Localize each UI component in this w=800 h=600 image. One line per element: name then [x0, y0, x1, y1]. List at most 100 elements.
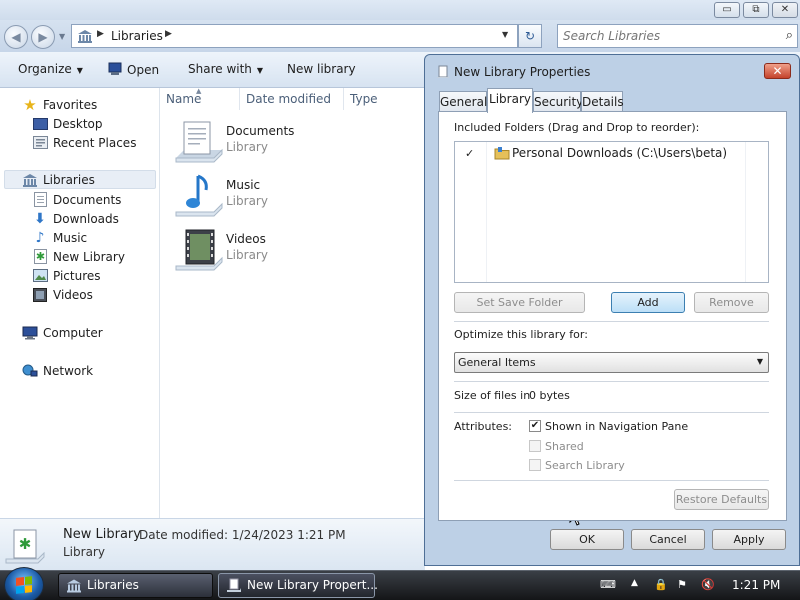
optimize-select[interactable]: General Items ▼ [454, 352, 769, 373]
shown-in-nav-label: Shown in Navigation Pane [545, 420, 689, 433]
nav-favorites-label: Favorites [43, 97, 98, 112]
back-button[interactable]: ◀ [4, 25, 28, 49]
search-input[interactable] [558, 25, 773, 47]
nav-new-library-label: New Library [53, 249, 125, 264]
taskbar-libraries[interactable]: Libraries [58, 573, 213, 598]
folder-icon [494, 147, 510, 160]
address-bar[interactable]: ▶ Libraries ▶ ▼ [71, 24, 518, 48]
library-item-music[interactable]: Music Library [174, 172, 414, 224]
refresh-button[interactable]: ↻ [518, 24, 542, 48]
network-icon [22, 363, 38, 379]
recent-pages-dropdown[interactable]: ▼ [59, 32, 65, 41]
included-folders-list[interactable]: ✓ Personal Downloads (C:\Users\beta) [454, 141, 769, 283]
documents-library-icon [175, 121, 223, 163]
library-item-videos[interactable]: Videos Library [174, 226, 414, 278]
show-hidden-icons-icon[interactable]: ▲ [631, 578, 638, 588]
cancel-button[interactable]: Cancel [631, 529, 705, 550]
libraries-icon [78, 30, 92, 43]
open-button[interactable]: Open [108, 62, 159, 77]
tab-general[interactable]: General [439, 91, 487, 112]
open-icon [108, 62, 122, 75]
address-dropdown-icon[interactable]: ▼ [502, 30, 508, 39]
column-header-date-modified[interactable]: Date modified [240, 88, 344, 110]
shown-in-nav-checkbox[interactable]: ✔ [529, 420, 541, 432]
search-icon[interactable]: ⌕ [786, 28, 793, 43]
library-title-icon [437, 65, 449, 78]
volume-muted-icon[interactable]: 🔇 [701, 578, 715, 591]
folder-row[interactable]: ✓ Personal Downloads (C:\Users\beta) [455, 143, 768, 165]
share-with-button[interactable]: Share with ▼ [188, 62, 263, 76]
chevron-down-icon: ▼ [256, 66, 264, 75]
start-button[interactable] [4, 567, 44, 600]
close-button[interactable]: ✕ [772, 2, 798, 18]
windows-logo-icon [16, 576, 32, 594]
restore-defaults-button[interactable]: Restore Defaults [674, 489, 769, 510]
nav-desktop[interactable]: Desktop [32, 114, 103, 133]
nav-videos[interactable]: Videos [32, 285, 93, 304]
forward-button[interactable]: ▶ [31, 25, 55, 49]
nav-recent-places[interactable]: Recent Places [32, 133, 136, 152]
nav-computer-label: Computer [43, 325, 103, 340]
library-name: Videos [226, 232, 266, 246]
nav-libraries-label: Libraries [43, 172, 95, 187]
column-header-name[interactable]: Name ▲ [160, 87, 240, 110]
set-save-folder-button[interactable]: Set Save Folder [454, 292, 585, 313]
tab-security[interactable]: Security [533, 91, 583, 112]
breadcrumb-libraries[interactable]: Libraries [111, 29, 163, 43]
keyboard-icon[interactable]: ⌨ [600, 578, 616, 591]
chevron-down-icon: ▼ [76, 66, 83, 75]
new-library-icon: ✱ [32, 249, 48, 265]
nav-pictures-label: Pictures [53, 268, 101, 283]
nav-music[interactable]: ♪ Music [32, 228, 88, 247]
optimize-select-value: General Items [458, 356, 536, 369]
nav-new-library[interactable]: ✱ New Library [32, 247, 125, 266]
minimize-button[interactable]: ▭ [714, 2, 740, 18]
music-library-icon [175, 174, 223, 217]
nav-documents[interactable]: Documents [32, 190, 121, 209]
included-folders-label: Included Folders (Drag and Drop to reord… [454, 121, 700, 134]
optimize-label: Optimize this library for: [454, 328, 588, 341]
tab-details[interactable]: Details [581, 91, 624, 112]
maximize-button[interactable]: ⧉ [743, 2, 769, 18]
navigation-pane: ★ Favorites Desktop Recent Places Librari… [0, 88, 160, 518]
clock[interactable]: 1:21 PM [732, 578, 780, 592]
new-library-button[interactable]: New library [287, 62, 356, 76]
add-button[interactable]: Add [611, 292, 685, 313]
search-library-checkbox[interactable] [529, 459, 541, 471]
svg-text:✱: ✱ [35, 250, 44, 263]
dialog-title: New Library Properties [454, 65, 591, 79]
nav-computer[interactable]: Computer [22, 323, 103, 342]
divider [454, 381, 769, 382]
recent-places-icon [32, 135, 48, 151]
organize-button[interactable]: Organize ▼ [18, 62, 83, 76]
dialog-body: General Library Security Details Include… [431, 87, 793, 525]
column-header-type[interactable]: Type [344, 88, 404, 110]
apply-button[interactable]: Apply [712, 529, 786, 550]
nav-favorites[interactable]: ★ Favorites [22, 95, 97, 114]
nav-pictures[interactable]: Pictures [32, 266, 101, 285]
library-item-documents[interactable]: Documents Library [174, 118, 414, 170]
nav-network[interactable]: Network [22, 361, 93, 380]
nav-recent-places-label: Recent Places [53, 135, 137, 150]
security-lock-icon[interactable]: 🔒 [654, 578, 668, 591]
library-type: Library [226, 248, 268, 262]
chevron-right-icon[interactable]: ▶ [165, 29, 172, 39]
shared-checkbox[interactable] [529, 440, 541, 452]
library-type: Library [226, 140, 268, 154]
chevron-right-icon[interactable]: ▶ [97, 29, 104, 39]
taskbar-properties[interactable]: New Library Propert... [218, 573, 378, 598]
remove-button[interactable]: Remove [694, 292, 769, 313]
open-label: Open [127, 63, 160, 77]
dialog-close-button[interactable]: ✕ [764, 63, 791, 79]
nav-downloads[interactable]: ⬇ Downloads [32, 209, 119, 228]
ok-button[interactable]: OK [550, 529, 624, 550]
library-type: Library [226, 194, 268, 208]
videos-icon [32, 287, 48, 303]
tab-library[interactable]: Library [487, 88, 533, 113]
nav-libraries[interactable]: Libraries [4, 170, 156, 189]
documents-icon [32, 192, 48, 208]
nav-network-label: Network [43, 363, 94, 378]
download-arrow-icon: ⬇ [34, 210, 46, 227]
search-box: ⌕ [557, 24, 798, 48]
action-center-icon[interactable]: ⚑ [677, 578, 687, 591]
